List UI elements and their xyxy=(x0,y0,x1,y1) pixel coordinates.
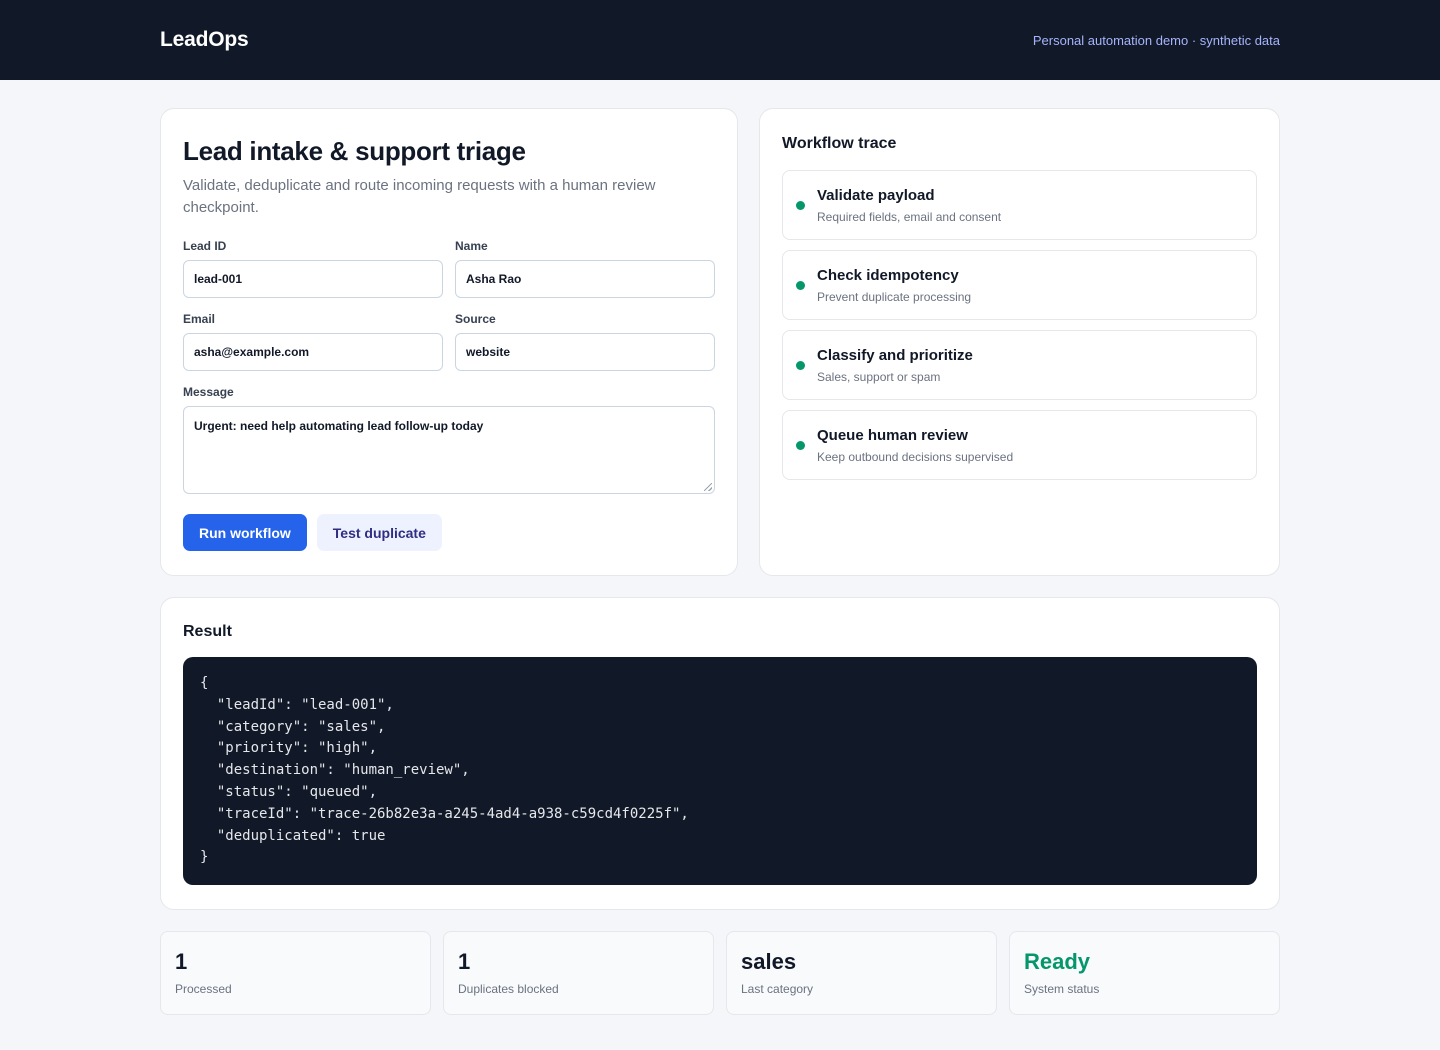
resize-handle-icon[interactable] xyxy=(704,483,712,491)
result-card: Result { "leadId": "lead-001", "category… xyxy=(160,597,1280,910)
step-title: Check idempotency xyxy=(817,266,959,284)
step-description: Keep outbound decisions supervised xyxy=(817,449,1014,464)
page-subtitle: Validate, deduplicate and route incoming… xyxy=(183,177,656,216)
stat-processed: 1 Processed xyxy=(160,931,431,1015)
top-bar: LeadOps Personal automation demo · synth… xyxy=(0,0,1440,80)
header-tagline: Personal automation demo · synthetic dat… xyxy=(1032,32,1280,48)
status-dot-icon xyxy=(796,440,805,450)
page-title: Lead intake & support triage xyxy=(183,136,526,166)
lead-id-label: Lead ID xyxy=(183,239,227,253)
source-label: Source xyxy=(455,312,496,326)
step-description: Required fields, email and consent xyxy=(817,209,1002,224)
stat-system-status: Ready System status xyxy=(1009,931,1280,1015)
status-dot-icon xyxy=(796,200,805,210)
stat-label: Processed xyxy=(175,982,232,996)
brand-logo: LeadOps xyxy=(160,28,249,51)
stats-row: 1 Processed 1 Duplicates blocked sales L… xyxy=(160,931,1280,1015)
source-group: Source website xyxy=(455,312,715,371)
step-description: Sales, support or spam xyxy=(817,369,941,384)
result-title: Result xyxy=(183,623,232,640)
test-duplicate-button[interactable]: Test duplicate xyxy=(316,514,442,551)
lead-id-input[interactable]: lead-001 xyxy=(183,260,443,298)
status-dot-icon xyxy=(796,280,805,290)
stat-label: Last category xyxy=(741,982,814,996)
stat-duplicates-blocked: 1 Duplicates blocked xyxy=(443,931,714,1015)
step-title: Classify and prioritize xyxy=(817,346,973,364)
workflow-steps: Validate payload Required fields, email … xyxy=(782,170,1257,480)
stat-value: sales xyxy=(741,949,797,974)
name-group: Name Asha Rao xyxy=(455,239,715,298)
stat-value: 1 xyxy=(175,949,188,974)
email-label: Email xyxy=(183,312,216,326)
lead-id-group: Lead ID lead-001 xyxy=(183,239,443,298)
workflow-trace-title: Workflow trace xyxy=(782,135,897,152)
stat-value: 1 xyxy=(458,949,471,974)
step-title: Queue human review xyxy=(817,426,968,444)
trace-step-review: Queue human review Keep outbound decisio… xyxy=(782,410,1257,480)
name-label: Name xyxy=(455,239,488,253)
workflow-trace-card: Workflow trace Validate payload Required… xyxy=(759,108,1280,576)
trace-step-idempotency: Check idempotency Prevent duplicate proc… xyxy=(782,250,1257,320)
stat-label: System status xyxy=(1024,982,1100,996)
status-dot-icon xyxy=(796,360,805,370)
stat-last-category: sales Last category xyxy=(726,931,997,1015)
status-badge: Ready xyxy=(1024,949,1091,974)
name-input[interactable]: Asha Rao xyxy=(455,260,715,298)
trace-step-validate: Validate payload Required fields, email … xyxy=(782,170,1257,240)
email-group: Email asha@example.com xyxy=(183,312,443,371)
stat-label: Duplicates blocked xyxy=(458,982,559,996)
main-content: Lead intake & support triage Validate, d… xyxy=(160,108,1280,1015)
message-textarea[interactable]: Urgent: need help automating lead follow… xyxy=(183,406,715,494)
message-group: Message Urgent: need help automating lea… xyxy=(183,385,715,494)
email-input[interactable]: asha@example.com xyxy=(183,333,443,371)
message-label: Message xyxy=(183,385,234,399)
step-title: Validate payload xyxy=(817,186,935,204)
trace-step-classify: Classify and prioritize Sales, support o… xyxy=(782,330,1257,400)
lead-intake-card: Lead intake & support triage Validate, d… xyxy=(160,108,738,576)
source-input[interactable]: website xyxy=(455,333,715,371)
message-text: Urgent: need help automating lead follow… xyxy=(194,419,484,433)
result-json-output: { "leadId": "lead-001", "category": "sal… xyxy=(183,657,1257,885)
run-workflow-button[interactable]: Run workflow xyxy=(183,514,307,551)
step-description: Prevent duplicate processing xyxy=(817,289,972,304)
